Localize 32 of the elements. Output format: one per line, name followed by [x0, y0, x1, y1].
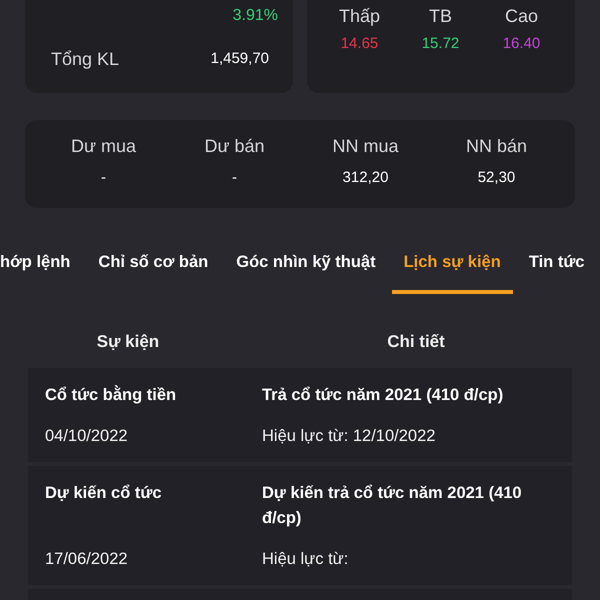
stat-label: Dư mua — [70, 135, 136, 157]
stat-label: NN mua — [332, 135, 398, 157]
column-header: Chi tiết — [386, 331, 446, 353]
range-label: Cao — [504, 5, 538, 27]
stat-label: NN bán — [466, 135, 528, 157]
column-header: Sự kiện — [96, 331, 160, 353]
volume-label: Tổng KL — [51, 48, 120, 70]
event-title: Cổ tức bằng tiền — [45, 384, 178, 406]
effective-date: Hiệu lực từ: — [262, 549, 350, 570]
range-value: 14.65 — [340, 34, 378, 54]
stat-value: - — [232, 168, 237, 188]
range-value: 16.40 — [502, 34, 540, 54]
tab[interactable]: Chỉ số cơ bản — [86, 240, 220, 294]
stat-value: 312,20 — [342, 168, 388, 188]
range-label: TB — [428, 5, 452, 27]
tab[interactable]: Góc nhìn kỹ thuật — [224, 240, 388, 294]
event-title: Dự kiến cổ tức — [45, 483, 163, 504]
effective-date: Hiệu lực từ: 12/10/2022 — [262, 426, 436, 447]
stat-value: - — [101, 168, 106, 188]
tab[interactable]: hớp lệnh — [0, 240, 82, 294]
stat-value: 52,30 — [478, 168, 516, 188]
event-date: 17/06/2022 — [45, 549, 129, 570]
stat-label: Dư bán — [204, 135, 265, 157]
change-percent: 3.91% — [232, 6, 278, 26]
range-label: Thấp — [338, 5, 380, 27]
range-value: 15.72 — [422, 34, 460, 54]
event-date: 04/10/2022 — [45, 426, 129, 447]
event-detail: Trả cổ tức năm 2021 (410 đ/cp) — [262, 385, 504, 406]
event-detail: Dự kiến trả cổ tức năm 2021 (410 đ/cp) — [262, 483, 523, 529]
tab[interactable]: Tin tức — [516, 240, 596, 294]
tab[interactable]: Lịch sự kiện — [392, 240, 513, 294]
volume-value: 1,459,70 — [210, 49, 269, 69]
